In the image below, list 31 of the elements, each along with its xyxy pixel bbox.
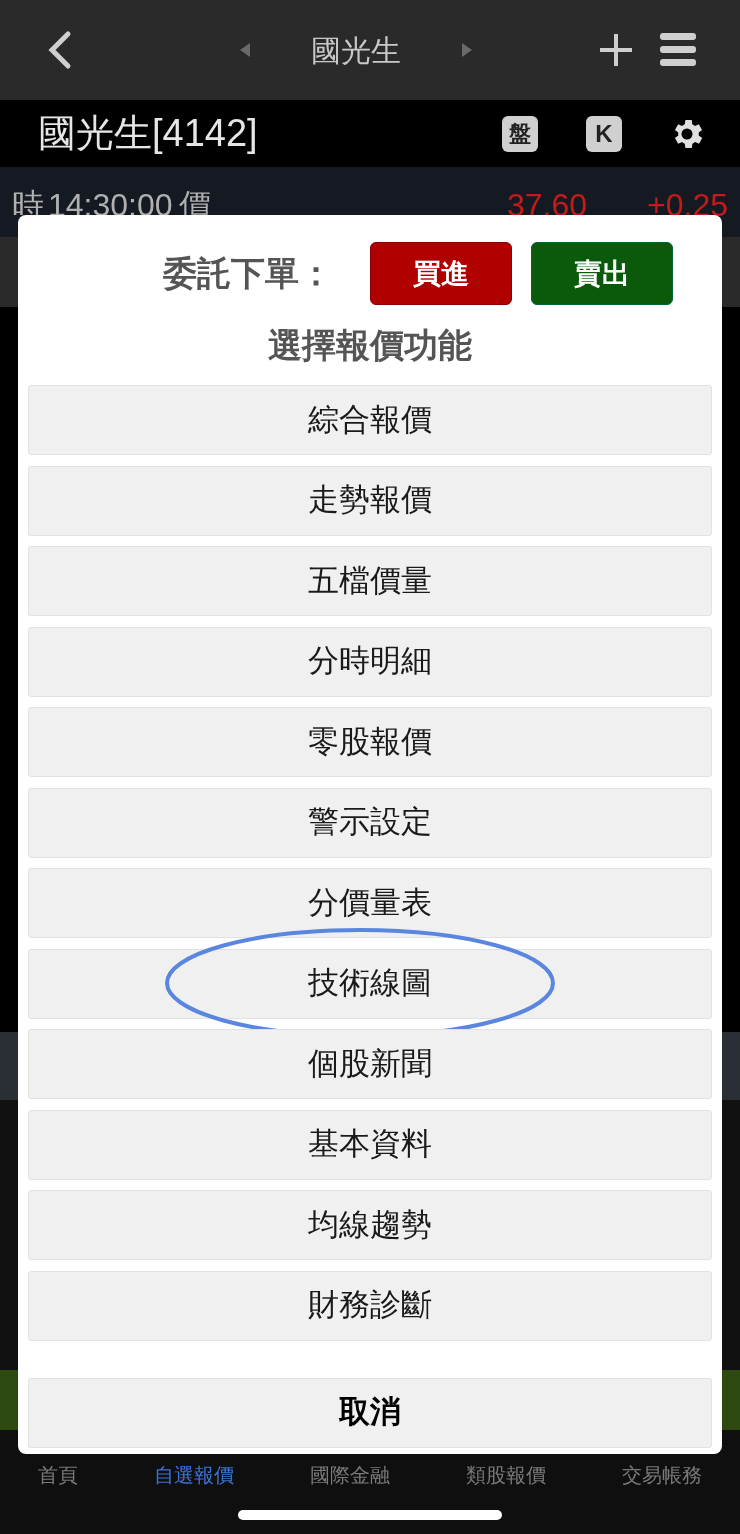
menu-option[interactable]: 財務診斷	[28, 1270, 712, 1341]
menu-option[interactable]: 個股新聞	[28, 1029, 712, 1099]
menu-option[interactable]: 走勢報價	[28, 465, 712, 536]
sell-button[interactable]: 賣出	[531, 242, 673, 305]
order-label: 委託下單：	[163, 253, 334, 294]
price-value: 37.60	[506, 186, 588, 225]
menu-option[interactable]: 警示設定	[28, 787, 712, 858]
menu-option[interactable]: 技術線圖	[28, 948, 712, 1019]
stock-title: 國光生	[311, 32, 401, 69]
tab-item[interactable]: 首頁	[38, 1460, 78, 1490]
menu-icon[interactable]	[660, 33, 696, 67]
tab-item[interactable]: 交易帳務	[622, 1460, 702, 1490]
board-badge[interactable]: 盤	[502, 115, 538, 152]
stock-name: 國光生[4142]	[38, 111, 259, 156]
k-chart-badge[interactable]: K	[586, 115, 622, 152]
menu-option[interactable]: 綜合報價	[28, 385, 712, 455]
cancel-button[interactable]: 取消	[28, 1377, 712, 1448]
dialog-title: 選擇報價功能	[268, 324, 472, 366]
menu-option[interactable]: 分價量表	[28, 868, 712, 938]
menu-option[interactable]: 五檔價量	[28, 546, 712, 616]
plus-icon[interactable]	[598, 32, 634, 68]
tab-item[interactable]: 類股報價	[466, 1460, 546, 1490]
next-icon[interactable]	[461, 42, 473, 58]
menu-option[interactable]: 均線趨勢	[28, 1190, 712, 1260]
menu-option[interactable]: 基本資料	[28, 1109, 712, 1180]
menu-option[interactable]: 零股報價	[28, 707, 712, 777]
menu-option[interactable]: 分時明細	[28, 626, 712, 697]
previous-icon[interactable]	[239, 42, 251, 58]
tab-item[interactable]: 國際金融	[310, 1460, 390, 1490]
buy-button[interactable]: 買進	[370, 242, 512, 305]
tab-item[interactable]: 自選報價	[154, 1460, 234, 1490]
